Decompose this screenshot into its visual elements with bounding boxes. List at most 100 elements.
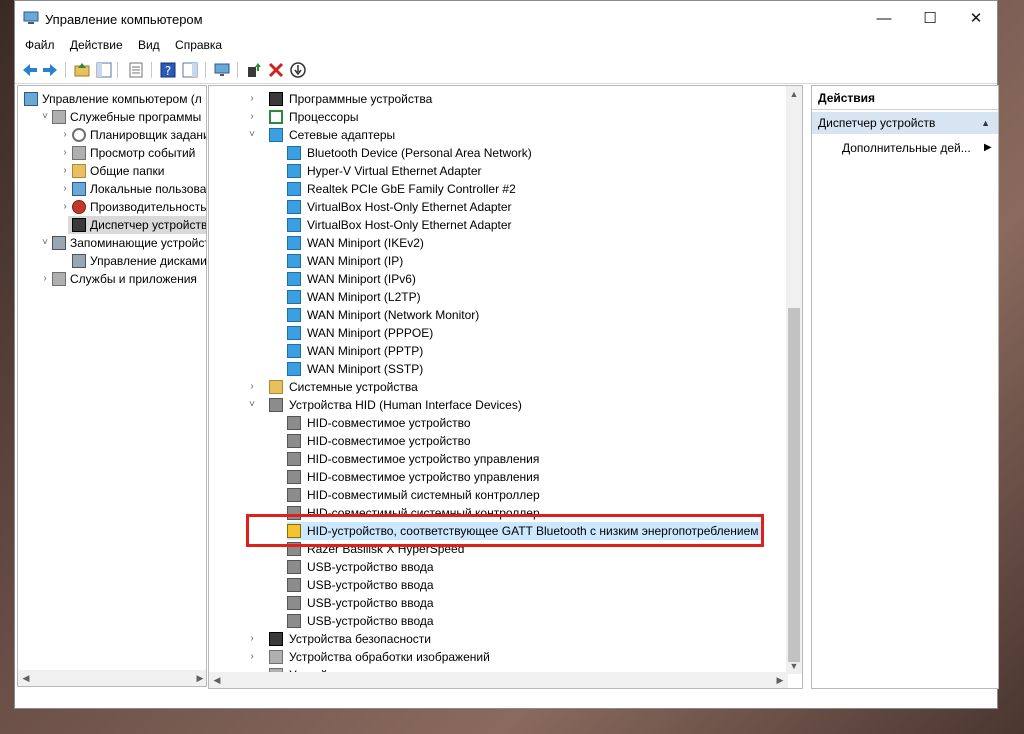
device-item[interactable]: Hyper-V Virtual Ethernet Adapter xyxy=(287,162,486,180)
device-item[interactable]: Realtek PCIe GbE Family Controller #2 xyxy=(287,180,520,198)
device-item[interactable]: USB-устройство ввода xyxy=(287,576,438,594)
menu-view[interactable]: Вид xyxy=(132,35,166,55)
device-item[interactable]: WAN Miniport (L2TP) xyxy=(287,288,425,306)
computer-management-icon xyxy=(24,92,38,106)
expanded-chevron-icon[interactable]: ˅ xyxy=(40,108,50,126)
scroll-left-arrow-icon[interactable]: ◀ xyxy=(18,670,34,686)
forward-arrow-icon[interactable] xyxy=(41,61,59,79)
device-category[interactable]: › Программные устройства xyxy=(250,90,436,108)
more-actions-item[interactable]: Дополнительные дей... xyxy=(842,138,971,158)
expanded-chevron-icon[interactable]: ˅ xyxy=(247,396,257,414)
device-category[interactable]: › Устройства безопасности xyxy=(250,630,435,648)
device-item[interactable]: WAN Miniport (PPPOE) xyxy=(287,324,437,342)
chip-icon xyxy=(269,92,283,106)
collapsed-chevron-icon[interactable]: › xyxy=(40,270,50,288)
scroll-up-arrow-icon[interactable]: ▲ xyxy=(786,86,802,102)
tree-item[interactable]: ˅ Запоминающие устройст xyxy=(42,234,206,252)
device-item[interactable]: WAN Miniport (PPTP) xyxy=(287,342,427,360)
network-adapter-icon xyxy=(287,218,301,232)
action-pane-icon[interactable] xyxy=(181,61,199,79)
collapsed-chevron-icon[interactable]: › xyxy=(247,378,257,396)
scroll-right-arrow-icon[interactable]: ▶ xyxy=(192,670,206,686)
device-horizontal-scrollbar[interactable]: ◀ ▶ xyxy=(209,672,788,688)
properties-icon[interactable] xyxy=(127,61,145,79)
minimize-button[interactable]: — xyxy=(861,5,907,33)
tree-item[interactable]: › Просмотр событий xyxy=(63,144,206,162)
device-item[interactable]: USB-устройство ввода xyxy=(287,594,438,612)
device-item[interactable]: VirtualBox Host-Only Ethernet Adapter xyxy=(287,216,516,234)
tree-item[interactable]: Управление дисками xyxy=(68,252,206,270)
help-icon[interactable]: ? xyxy=(159,61,177,79)
tree-item[interactable]: › Производительность xyxy=(63,198,206,216)
scroll-right-arrow-icon[interactable]: ▶ xyxy=(772,672,788,688)
menu-file[interactable]: Файл xyxy=(19,35,61,55)
device-item[interactable]: HID-совместимое устройство управления xyxy=(287,450,543,468)
hid-icon xyxy=(287,434,301,448)
scroll-down-arrow-icon[interactable]: ▼ xyxy=(786,658,802,674)
collapsed-chevron-icon[interactable]: › xyxy=(60,126,70,144)
device-item[interactable]: HID-совместимое устройство xyxy=(287,432,475,450)
console-tree-icon[interactable] xyxy=(95,61,113,79)
toolbar-separator xyxy=(65,62,66,78)
expanded-chevron-icon[interactable]: ˅ xyxy=(40,234,50,252)
tree-item[interactable]: › Службы и приложения xyxy=(43,270,206,288)
device-item[interactable]: HID-совместимый системный контроллер xyxy=(287,486,544,504)
scroll-left-arrow-icon[interactable]: ◀ xyxy=(209,672,225,688)
collapsed-chevron-icon[interactable]: › xyxy=(60,162,70,180)
device-category[interactable]: ˅ Устройства HID (Human Interface Devices… xyxy=(249,396,526,414)
device-item[interactable]: WAN Miniport (IP) xyxy=(287,252,407,270)
device-label: HID-совместимое устройство управления xyxy=(307,452,540,466)
device-item[interactable]: WAN Miniport (IPv6) xyxy=(287,270,420,288)
actions-section-device-manager[interactable]: Диспетчер устройств ▲ xyxy=(812,112,998,134)
device-item[interactable]: HID-совместимое устройство xyxy=(287,414,475,432)
menu-help[interactable]: Справка xyxy=(169,35,228,55)
tree-item-root[interactable]: Управление компьютером (л xyxy=(18,90,206,108)
update-driver-icon[interactable] xyxy=(245,61,263,79)
device-item[interactable]: VirtualBox Host-Only Ethernet Adapter xyxy=(287,198,516,216)
expanded-chevron-icon[interactable]: ˅ xyxy=(247,126,257,144)
network-adapter-icon xyxy=(287,236,301,250)
device-item[interactable]: Bluetooth Device (Personal Area Network) xyxy=(287,144,536,162)
device-category[interactable]: › Процессоры xyxy=(250,108,363,126)
device-item[interactable]: WAN Miniport (SSTP) xyxy=(287,360,427,378)
device-label: Устройства безопасности xyxy=(289,632,431,646)
device-vertical-scrollbar[interactable]: ▲ ▼ xyxy=(786,86,802,674)
device-item[interactable]: USB-устройство ввода xyxy=(287,612,438,630)
device-item[interactable]: USB-устройство ввода xyxy=(287,558,438,576)
back-arrow-icon[interactable] xyxy=(21,61,39,79)
actions-pane: Действия Диспетчер устройств ▲ Дополните… xyxy=(811,85,999,689)
collapsed-chevron-icon[interactable]: › xyxy=(60,144,70,162)
actions-section-label: Диспетчер устройств xyxy=(818,116,936,130)
computer-management-window: Управление компьютером — ☐ ✕ Файл Действ… xyxy=(14,0,999,709)
up-folder-icon[interactable] xyxy=(73,61,91,79)
submenu-arrow-icon[interactable]: ▶ xyxy=(984,142,992,153)
hid-icon xyxy=(287,614,301,628)
device-item[interactable]: HID-совместимое устройство управления xyxy=(287,468,543,486)
tree-item[interactable]: › Локальные пользовате xyxy=(63,180,206,198)
tree-item[interactable]: Диспетчер устройств xyxy=(68,216,206,234)
left-horizontal-scrollbar[interactable]: ◀ ▶ xyxy=(18,670,206,686)
maximize-button[interactable]: ☐ xyxy=(907,5,953,33)
device-category[interactable]: › Системные устройства xyxy=(250,378,422,396)
menu-action[interactable]: Действие xyxy=(64,35,129,55)
tree-item[interactable]: › Общие папки xyxy=(63,162,206,180)
collapse-up-icon[interactable]: ▲ xyxy=(981,112,990,134)
collapsed-chevron-icon[interactable]: › xyxy=(60,180,70,198)
tree-item[interactable]: ˅ Служебные программы xyxy=(42,108,206,126)
device-item[interactable]: WAN Miniport (IKEv2) xyxy=(287,234,428,252)
device-category[interactable]: › Устройства обработки изображений xyxy=(250,648,494,666)
device-category[interactable]: ˅ Сетевые адаптеры xyxy=(249,126,399,144)
collapsed-chevron-icon[interactable]: › xyxy=(247,90,257,108)
uninstall-device-icon[interactable] xyxy=(267,61,285,79)
device-item[interactable]: WAN Miniport (Network Monitor) xyxy=(287,306,483,324)
collapsed-chevron-icon[interactable]: › xyxy=(247,108,257,126)
collapsed-chevron-icon[interactable]: › xyxy=(247,630,257,648)
scroll-thumb[interactable] xyxy=(788,308,800,662)
disable-device-icon[interactable] xyxy=(289,61,307,79)
tree-item[interactable]: › Планировщик заданий xyxy=(63,126,206,144)
monitor-icon[interactable] xyxy=(213,61,231,79)
collapsed-chevron-icon[interactable]: › xyxy=(247,648,257,666)
close-button[interactable]: ✕ xyxy=(953,5,999,33)
collapsed-chevron-icon[interactable]: › xyxy=(60,198,70,216)
folder-icon xyxy=(269,380,283,394)
